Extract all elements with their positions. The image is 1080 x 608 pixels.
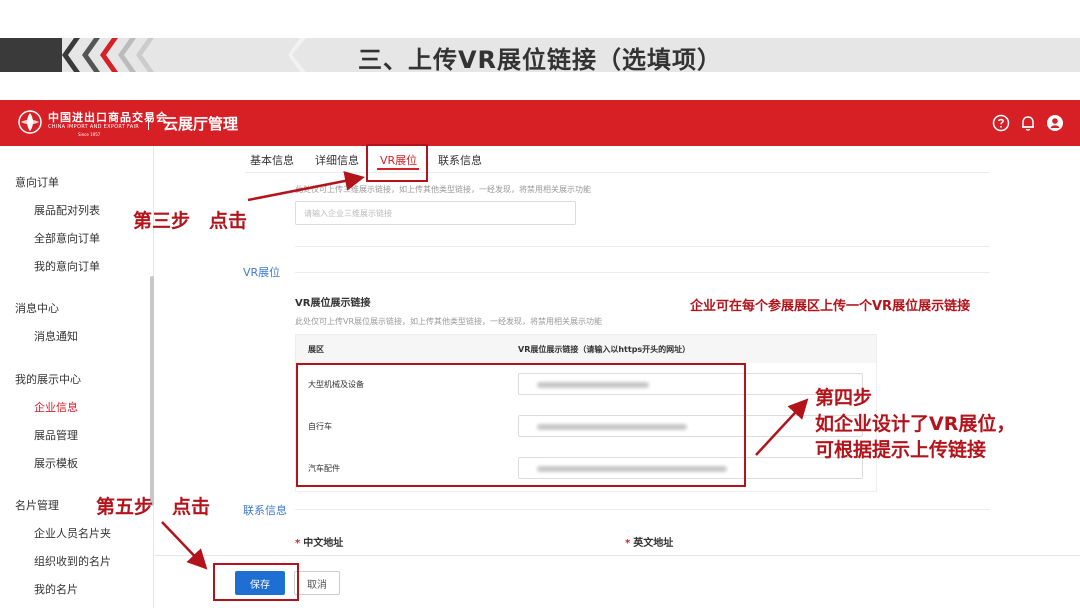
- help-circle-icon[interactable]: [992, 114, 1010, 132]
- bell-icon[interactable]: [1019, 114, 1037, 132]
- section-divider: [295, 246, 990, 247]
- annotation-note: 企业可在每个参展展区上传一个VR展位展示链接: [690, 299, 971, 314]
- sidebar-scrollbar[interactable]: [150, 276, 154, 506]
- cancel-button[interactable]: 取消: [294, 571, 340, 595]
- logo-text-cn: 中国进出口商品交易会: [48, 111, 168, 124]
- tab-contact-info[interactable]: 联系信息: [438, 152, 482, 168]
- user-icon[interactable]: [1046, 114, 1064, 132]
- annotation-step4: 第四步 如企业设计了VR展位， 可根据提示上传链接: [815, 385, 1015, 463]
- col-header-zone: 展区: [308, 345, 324, 354]
- sidebar-item-notifications[interactable]: 消息通知: [34, 328, 78, 344]
- app-name: 云展厅管理: [163, 115, 239, 133]
- sidebar-group-cards[interactable]: 名片管理: [15, 497, 59, 513]
- section-title-contact: 联系信息: [243, 504, 287, 517]
- 3d-link-input[interactable]: 请输入企业三维展示链接: [295, 201, 576, 225]
- highlight-box-save: [213, 563, 299, 601]
- section-title-vr: VR展位: [243, 266, 281, 279]
- required-mark: *: [625, 538, 631, 549]
- tab-divider: [245, 172, 990, 173]
- sidebar-item-exhibit-match[interactable]: 展品配对列表: [34, 202, 100, 218]
- cn-address-label: * 中文地址: [295, 534, 343, 549]
- sidebar-item-exhibit-manage[interactable]: 展品管理: [34, 427, 78, 443]
- canton-fair-logo-icon: [18, 110, 42, 134]
- sidebar-item-my-orders[interactable]: 我的意向订单: [34, 258, 100, 274]
- col-header-link: VR展位展示链接（请输入以https开头的网址）: [518, 345, 691, 354]
- vr-link-field-label: VR展位展示链接: [295, 298, 371, 309]
- en-address-label-text: 英文地址: [633, 538, 674, 549]
- vr-link-field-description: 此处仅可上传VR展位展示链接，如上传其他类型链接，一经发现，将禁用相关展示功能: [295, 317, 603, 326]
- sidebar-item-all-orders[interactable]: 全部意向订单: [34, 230, 100, 246]
- sidebar-group-messages[interactable]: 消息中心: [15, 300, 59, 316]
- annotation-step4-line3: 可根据提示上传链接: [815, 439, 987, 461]
- app-window: 中国进出口商品交易会 CHINA IMPORT AND EXPORT FAIR …: [0, 100, 1080, 608]
- sidebar: 意向订单 展品配对列表 全部意向订单 我的意向订单 消息中心 消息通知 我的展示…: [0, 146, 154, 608]
- section-divider: [295, 272, 990, 273]
- annotation-step5: 第五步 点击: [96, 496, 211, 518]
- sidebar-group-orders[interactable]: 意向订单: [15, 174, 59, 190]
- top-bar: 中国进出口商品交易会 CHINA IMPORT AND EXPORT FAIR …: [0, 100, 1080, 146]
- required-mark: *: [295, 538, 301, 549]
- logo-since: Since 1957: [78, 132, 101, 137]
- sidebar-item-staff-cards[interactable]: 企业人员名片夹: [34, 525, 111, 541]
- vr-table-header: 展区 VR展位展示链接（请输入以https开头的网址）: [296, 335, 876, 363]
- topbar-separator: [148, 116, 149, 130]
- sidebar-item-templates[interactable]: 展示模板: [34, 455, 78, 471]
- sidebar-item-company-info[interactable]: 企业信息: [34, 399, 78, 415]
- sidebar-group-showcase[interactable]: 我的展示中心: [15, 371, 81, 387]
- slide-title: 三、上传VR展位链接（选填项）: [357, 46, 723, 74]
- tab-detail-info[interactable]: 详细信息: [315, 152, 359, 168]
- 3d-link-description: 此处仅可上传三维展示链接，如上传其他类型链接，一经发现，将禁用相关展示功能: [295, 185, 591, 194]
- annotation-step4-line2: 如企业设计了VR展位，: [815, 413, 1016, 435]
- annotation-step3: 第三步 点击: [133, 210, 248, 232]
- sidebar-item-received-cards[interactable]: 组织收到的名片: [34, 553, 111, 569]
- highlight-box-vr-links: [296, 363, 746, 487]
- annotation-step4-line1: 第四步: [815, 387, 873, 409]
- en-address-label: * 英文地址: [625, 534, 673, 549]
- section-divider: [295, 509, 990, 510]
- sidebar-item-my-card[interactable]: 我的名片: [34, 581, 78, 597]
- cn-address-label-text: 中文地址: [303, 538, 344, 549]
- logo-text-en: CHINA IMPORT AND EXPORT FAIR: [48, 124, 140, 130]
- tab-basic-info[interactable]: 基本信息: [250, 152, 294, 168]
- highlight-box-vr-tab: [366, 144, 428, 182]
